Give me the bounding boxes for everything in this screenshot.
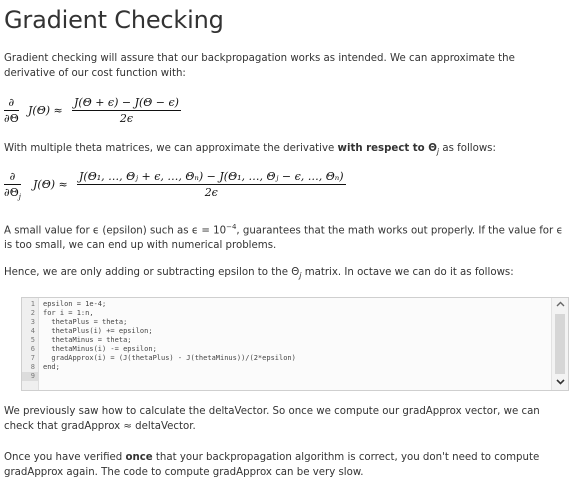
eq1-partial-den: ∂Θ [4,112,19,125]
code-line: epsilon = 1e-4; [43,300,107,308]
epsilon-exponent: −4 [226,223,237,231]
eq2-partial-den: ∂Θ [4,186,19,199]
multi-text-a: With multiple theta matrices, we can app… [4,143,338,154]
hence-paragraph: Hence, we are only adding or subtracting… [4,265,566,283]
intro-paragraph: Gradient checking will assure that our b… [4,53,515,79]
equation-derivative-approx: ∂ ∂Θ J(Θ) ≈ J(Θ + ϵ) − J(Θ − ϵ) 2ϵ [4,96,304,130]
line-number-active: 9 [22,372,38,381]
chevron-down-icon[interactable] [552,376,568,390]
eq2-denominator: 2ϵ [204,186,218,199]
eq2-numerator: J(Θ₁, …, Θⱼ + ϵ, …, Θₙ) − J(Θ₁, …, Θⱼ − … [79,170,344,183]
eq2-partial-den-sub: j [18,193,21,202]
code-line: end; [43,363,60,371]
line-number: 4 [30,327,35,335]
eq2-main-fraction: J(Θ₁, …, Θⱼ + ϵ, …, Θₙ) − J(Θ₁, …, Θⱼ − … [77,170,346,199]
eq2-partial-fraction: ∂ ∂Θj [4,170,21,201]
code-line: gradApprox(i) = (J(thetaPlus) - J(thetaM… [43,354,296,362]
eq2-func: J(Θ) ≈ [33,178,68,191]
eq1-denominator: 2ϵ [119,112,134,125]
scrollbar-thumb[interactable] [555,314,565,374]
line-number: 5 [30,336,35,344]
vertical-scrollbar[interactable] [551,298,568,390]
code-line: thetaMinus(i) -= epsilon; [43,345,157,353]
hence-text-b: matrix. In octave we can do it as follow… [301,267,514,278]
eq1-main-fraction: J(Θ + ϵ) − J(Θ − ϵ) 2ϵ [72,96,181,125]
delta-paragraph: We previously saw how to calculate the d… [4,406,540,432]
equation-partial-theta-j: ∂ ∂Θj J(Θ) ≈ J(Θ₁, …, Θⱼ + ϵ, …, Θₙ) − J… [4,170,424,206]
line-number: 3 [30,318,35,326]
page-title: Gradient Checking [4,6,224,34]
multi-text-bold: with respect to Θ [337,143,437,154]
once-text-a: Once you have verified [4,452,126,463]
code-editor[interactable]: 1 2 3 4 5 6 7 8 9 epsilon = 1e-4; for i … [21,297,569,391]
once-text-bold: once [125,452,153,463]
code-line: thetaPlus(i) += epsilon; [43,327,153,335]
chevron-up-icon[interactable] [552,298,568,312]
code-line: thetaPlus = theta; [43,318,128,326]
line-number-gutter: 1 2 3 4 5 6 7 8 9 [22,298,39,390]
code-line: thetaMinus = theta; [43,336,132,344]
eq1-partial-fraction: ∂ ∂Θ [4,96,19,125]
code-line: for i = 1:n, [43,309,94,317]
line-number: 7 [30,354,35,362]
hence-text-a: Hence, we are only adding or subtracting… [4,267,300,278]
line-number: 1 [30,300,35,308]
eq1-partial-num: ∂ [8,96,15,109]
eq1-numerator: J(Θ + ϵ) − J(Θ − ϵ) [74,96,179,109]
epsilon-paragraph: A small value for ϵ (epsilon) such as ϵ … [4,220,566,253]
eq2-partial-num: ∂ [9,170,16,183]
line-number: 6 [30,345,35,353]
line-number: 2 [30,309,35,317]
once-paragraph: Once you have verified once that your ba… [4,450,566,480]
multi-theta-paragraph: With multiple theta matrices, we can app… [4,141,566,159]
multi-text-c: as follows: [439,143,496,154]
epsilon-text-a: A small value for ϵ (epsilon) such as ϵ … [4,225,227,237]
line-number: 8 [30,363,35,371]
eq1-func: J(Θ) ≈ [28,104,63,117]
page: Gradient Checking Gradient checking will… [0,0,573,498]
